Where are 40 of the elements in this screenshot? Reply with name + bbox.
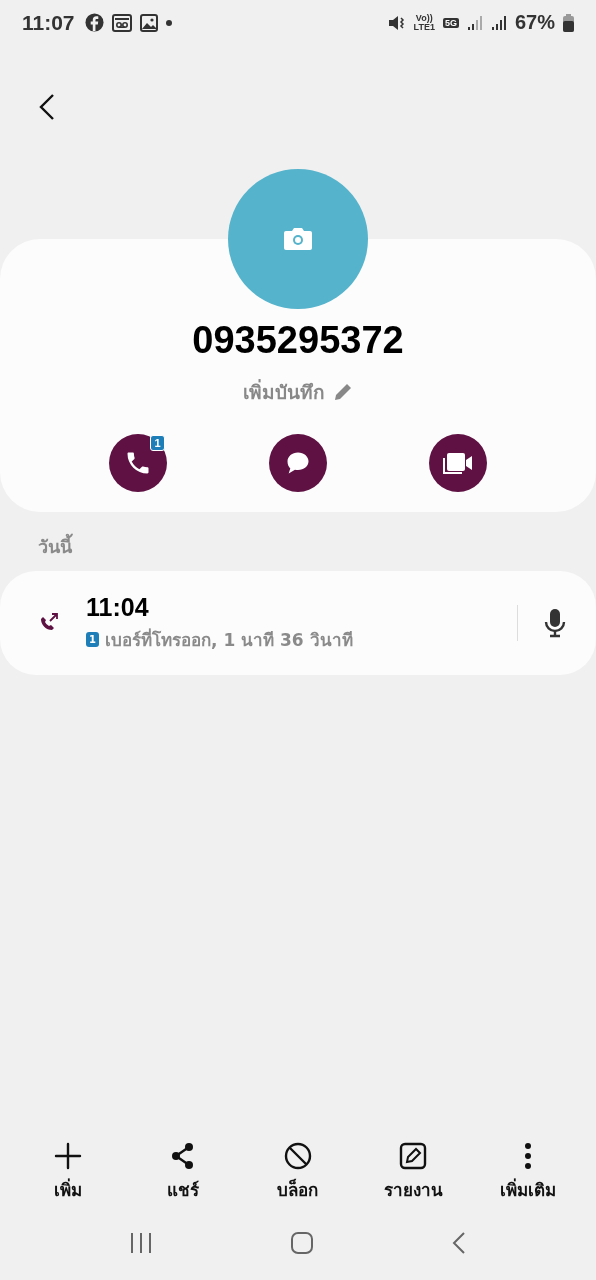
image-icon — [139, 13, 158, 32]
network-label: 5G — [442, 17, 459, 28]
signal-icon — [466, 14, 483, 31]
microphone-icon — [544, 608, 566, 638]
mute-icon — [387, 14, 406, 31]
recent-apps-icon — [128, 1232, 153, 1254]
battery-percent: 67% — [514, 11, 555, 34]
battery-icon — [563, 13, 574, 32]
call-button[interactable]: 1 — [109, 434, 167, 492]
dot-icon — [165, 19, 172, 26]
block-icon — [283, 1142, 312, 1170]
status-time: 11:07 — [22, 10, 75, 35]
toolbar-button[interactable]: รายงาน — [358, 1141, 469, 1204]
toolbar-button[interactable]: เพิ่ม — [12, 1141, 123, 1204]
back-icon — [38, 93, 56, 121]
toolbar-button[interactable]: เพิ่มเติม — [473, 1141, 584, 1204]
share-icon — [169, 1142, 196, 1170]
call-time: 11:04 — [86, 593, 150, 622]
message-button[interactable] — [269, 434, 327, 492]
home-icon — [290, 1231, 314, 1255]
sim-badge: 1 — [86, 632, 99, 647]
pencil-icon — [333, 382, 353, 402]
toolbar-button[interactable]: แชร์ — [127, 1141, 238, 1204]
call-log-item[interactable]: 11:04 1 เบอร์ที่โทรออก, 1 นาที 36 วินาที — [0, 571, 596, 675]
video-call-button[interactable] — [429, 434, 487, 492]
edit-icon — [399, 1142, 428, 1170]
section-title: วันนี้ — [0, 512, 596, 571]
phone-number: 0935295372 — [192, 319, 404, 362]
back-icon — [451, 1231, 468, 1255]
sim-badge: 1 — [150, 435, 165, 451]
video-camera-icon — [442, 450, 474, 476]
voicemail-icon — [111, 13, 132, 32]
facebook-icon — [84, 13, 104, 32]
camera-icon — [283, 227, 313, 251]
plus-icon — [53, 1142, 82, 1170]
signal-icon — [490, 14, 507, 31]
more-icon — [524, 1142, 533, 1170]
call-detail: เบอร์ที่โทรออก, 1 นาที 36 วินาที — [105, 627, 353, 652]
toolbar-button[interactable]: บล็อก — [242, 1141, 353, 1204]
volte-lte-label: Vo)) LTE1 — [413, 13, 435, 32]
